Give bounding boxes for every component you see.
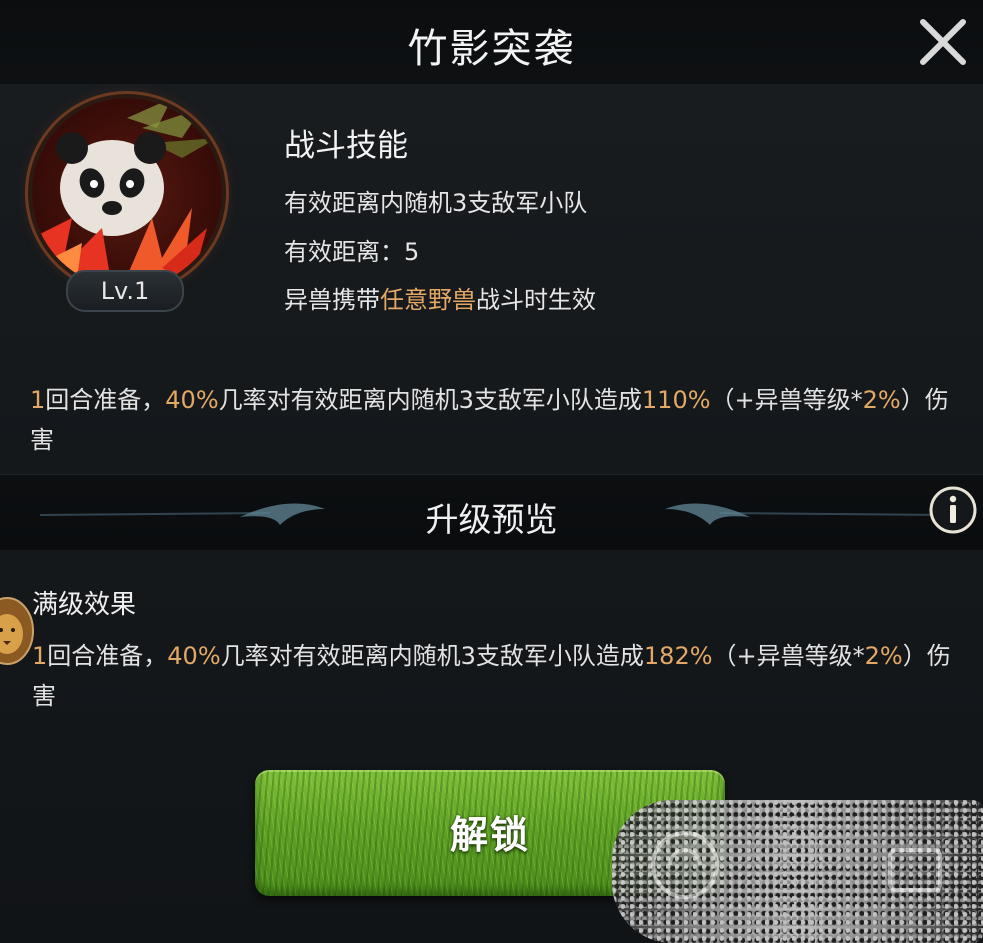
header: 竹影突袭 xyxy=(0,0,983,85)
page-title: 竹影突袭 xyxy=(407,26,576,72)
max-desc-text-2: 回合准备， xyxy=(47,642,168,670)
right-flourish-icon xyxy=(665,503,950,525)
skill-type-label: 战斗技能 xyxy=(284,128,408,164)
max-desc-text-1: 1 xyxy=(32,642,48,670)
desc-text-7: * xyxy=(850,386,863,414)
watermark-logo xyxy=(651,831,942,899)
desc-text-8: 2% xyxy=(862,386,901,414)
skill-description: 1回合准备，40%几率对有效距离内随机3支敌军小队造成110%（+异兽等级*2%… xyxy=(30,380,965,460)
info-button[interactable] xyxy=(928,485,978,535)
info-icon xyxy=(929,486,977,534)
max-desc-text-3: 40% xyxy=(167,642,221,670)
close-icon xyxy=(920,19,966,65)
close-button[interactable] xyxy=(917,16,969,68)
condition-highlight: 任意野兽 xyxy=(380,286,476,314)
condition-suffix: 战斗时生效 xyxy=(476,286,596,314)
desc-text-1: 1 xyxy=(30,386,46,414)
max-desc-text-6: （+异兽等级 xyxy=(712,642,853,670)
max-desc-text-8: 2% xyxy=(864,642,903,670)
desc-text-4: 几率对有效距离内随机3支敌军小队造成 xyxy=(218,386,642,414)
desc-text-5: 110% xyxy=(641,386,711,414)
desc-text-3: 40% xyxy=(165,386,219,414)
skill-target-info: 有效距离内随机3支敌军小队 xyxy=(284,189,588,217)
max-level-title: 满级效果 xyxy=(32,590,137,620)
max-desc-text-4: 几率对有效距离内随机3支敌军小队造成 xyxy=(220,642,644,670)
skill-condition-info: 异兽携带任意野兽战斗时生效 xyxy=(284,280,596,315)
panda-skill-icon xyxy=(32,98,222,288)
skill-card: Lv.1 战斗技能 有效距离内随机3支敌军小队 有效距离：5 异兽携带任意野兽战… xyxy=(0,84,983,474)
max-desc-text-5: 182% xyxy=(643,642,713,670)
skill-range-info: 有效距离：5 xyxy=(284,238,420,266)
upgrade-preview-bar: 升级预览 xyxy=(0,474,983,552)
level-badge: Lv.1 xyxy=(66,270,184,312)
skill-detail-screen: 竹影突袭 Lv.1 战斗技能 有效距离内随机3支敌军小队 有效距离：5 异兽携带… xyxy=(0,0,983,943)
max-level-description: 1回合准备，40%几率对有效距离内随机3支敌军小队造成182%（+异兽等级*2%… xyxy=(32,636,967,716)
condition-prefix: 异兽携带 xyxy=(284,286,380,314)
max-desc-text-7: * xyxy=(852,642,865,670)
skill-avatar: Lv.1 xyxy=(32,98,224,314)
desc-text-2: 回合准备， xyxy=(45,386,166,414)
desc-text-6: （+异兽等级 xyxy=(710,386,851,414)
lion-icon xyxy=(0,597,34,665)
